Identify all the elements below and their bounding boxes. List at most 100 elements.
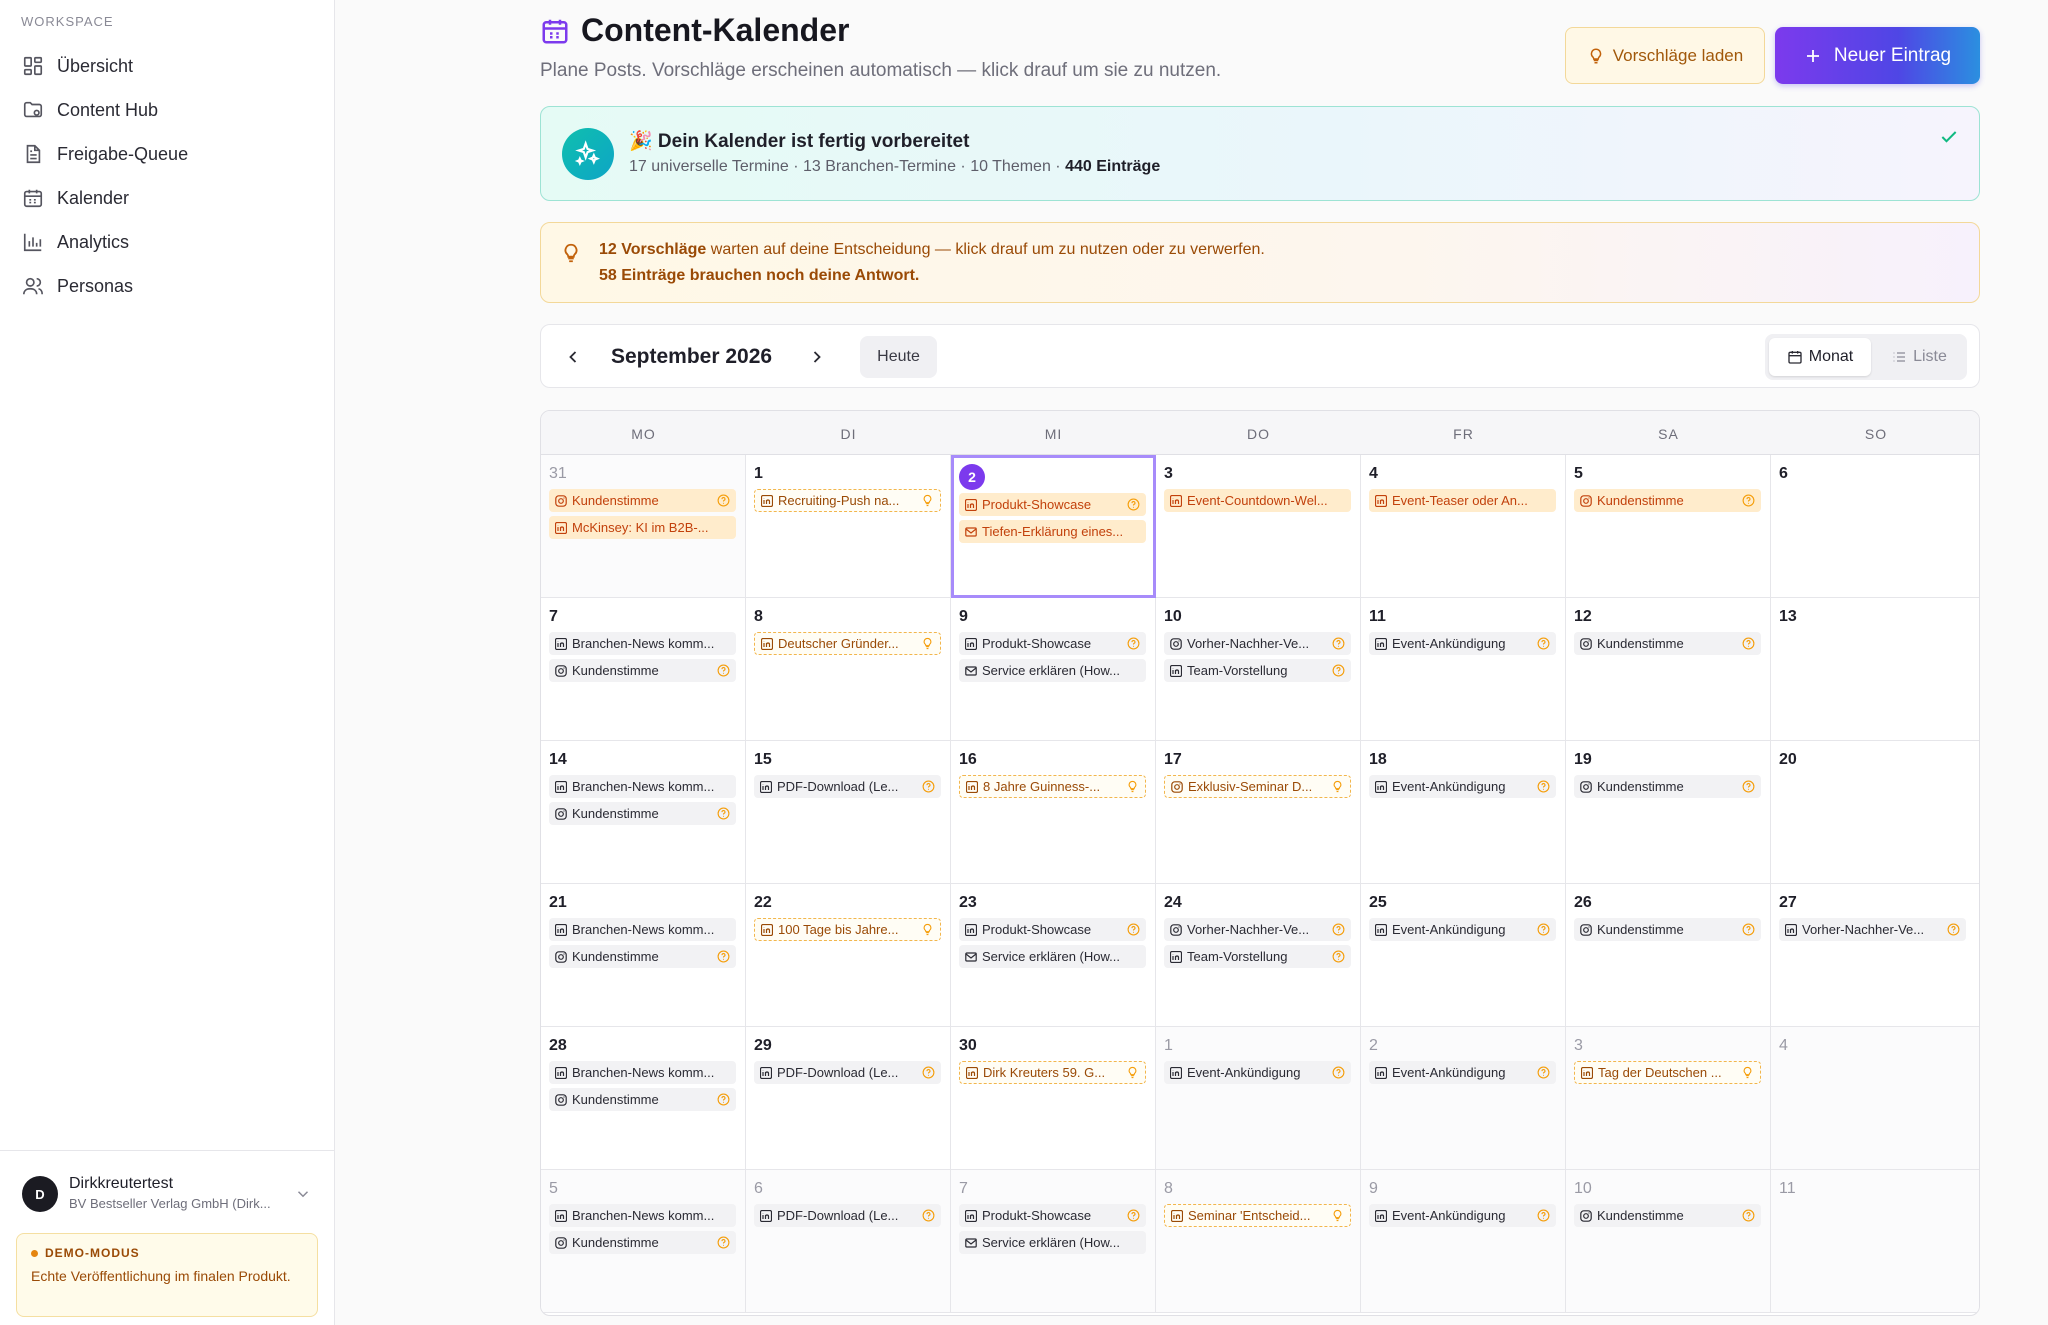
new-entry-button[interactable]: Neuer Eintrag (1775, 27, 1980, 84)
calendar-day[interactable]: 8 Deutscher Gründer... (746, 598, 951, 741)
sidebar-item-analytics[interactable]: Analytics (12, 220, 322, 264)
event-chip[interactable]: Produkt-Showcase (959, 632, 1146, 655)
view-month-button[interactable]: Monat (1769, 338, 1871, 376)
calendar-day[interactable]: 6 (1771, 455, 1979, 598)
event-chip[interactable]: PDF-Download (Le... (754, 1061, 941, 1084)
view-list-button[interactable]: Liste (1875, 338, 1963, 376)
event-chip[interactable]: Event-Ankündigung (1164, 1061, 1351, 1084)
calendar-day[interactable]: 13 (1771, 598, 1979, 741)
calendar-day[interactable]: 16 8 Jahre Guinness-... (951, 741, 1156, 884)
event-chip[interactable]: Branchen-News komm... (549, 775, 736, 798)
sidebar-item-calendar[interactable]: Kalender (12, 176, 322, 220)
event-chip[interactable]: Kundenstimme (1574, 775, 1761, 798)
calendar-day[interactable]: 15 PDF-Download (Le... (746, 741, 951, 884)
event-chip[interactable]: Kundenstimme (549, 489, 736, 512)
event-chip[interactable]: Event-Countdown-Wel... (1164, 489, 1351, 512)
event-chip[interactable]: Service erklären (How... (959, 1231, 1146, 1254)
event-chip[interactable]: PDF-Download (Le... (754, 1204, 941, 1227)
calendar-day[interactable]: 21 Branchen-News komm... Kundenstimme (541, 884, 746, 1027)
event-chip[interactable]: Event-Ankündigung (1369, 632, 1556, 655)
sidebar-item-approval-queue[interactable]: Freigabe-Queue (12, 132, 322, 176)
event-chip[interactable]: Kundenstimme (549, 1088, 736, 1111)
event-chip[interactable]: Tiefen-Erklärung eines... (959, 520, 1146, 543)
calendar-day[interactable]: 3 Event-Countdown-Wel... (1156, 455, 1361, 598)
calendar-day[interactable]: 31 Kundenstimme McKinsey: KI im B2B-... (541, 455, 746, 598)
event-chip[interactable]: Branchen-News komm... (549, 918, 736, 941)
calendar-day[interactable]: 9 Event-Ankündigung (1361, 1170, 1566, 1313)
suggestion-chip[interactable]: Deutscher Gründer... (754, 632, 941, 655)
event-chip[interactable]: PDF-Download (Le... (754, 775, 941, 798)
chevron-down-icon[interactable] (294, 1185, 312, 1203)
calendar-day[interactable]: 11 Event-Ankündigung (1361, 598, 1566, 741)
event-chip[interactable]: Event-Teaser oder An... (1369, 489, 1556, 512)
suggestion-chip[interactable]: Seminar 'Entscheid... (1164, 1204, 1351, 1227)
user-menu[interactable]: D Dirkkreutertest BV Bestseller Verlag G… (0, 1150, 334, 1325)
event-chip[interactable]: Event-Ankündigung (1369, 918, 1556, 941)
event-chip[interactable]: Branchen-News komm... (549, 1204, 736, 1227)
event-chip[interactable]: Vorher-Nachher-Ve... (1779, 918, 1966, 941)
suggestion-chip[interactable]: 100 Tage bis Jahre... (754, 918, 941, 941)
suggestion-chip[interactable]: Exklusiv-Seminar D... (1164, 775, 1351, 798)
calendar-day[interactable]: 10 Vorher-Nachher-Ve... Team-Vorstellung (1156, 598, 1361, 741)
event-chip[interactable]: Branchen-News komm... (549, 1061, 736, 1084)
event-chip[interactable]: Team-Vorstellung (1164, 659, 1351, 682)
event-chip[interactable]: Produkt-Showcase (959, 1204, 1146, 1227)
calendar-day[interactable]: 4 (1771, 1027, 1979, 1170)
calendar-day[interactable]: 26 Kundenstimme (1566, 884, 1771, 1027)
event-chip[interactable]: Kundenstimme (1574, 632, 1761, 655)
calendar-day[interactable]: 30 Dirk Kreuters 59. G... (951, 1027, 1156, 1170)
event-chip[interactable]: Branchen-News komm... (549, 632, 736, 655)
calendar-day[interactable]: 2 Event-Ankündigung (1361, 1027, 1566, 1170)
sidebar-item-content-hub[interactable]: Content Hub (12, 88, 322, 132)
event-chip[interactable]: Kundenstimme (1574, 1204, 1761, 1227)
event-chip[interactable]: Kundenstimme (1574, 918, 1761, 941)
calendar-day-today[interactable]: 2 Produkt-Showcase Tiefen-Erklärung eines.… (951, 455, 1156, 598)
suggestion-chip[interactable]: Recruiting-Push na... (754, 489, 941, 512)
calendar-day[interactable]: 20 (1771, 741, 1979, 884)
calendar-day[interactable]: 22 100 Tage bis Jahre... (746, 884, 951, 1027)
calendar-day[interactable]: 1 Recruiting-Push na... (746, 455, 951, 598)
calendar-day[interactable]: 5 Kundenstimme (1566, 455, 1771, 598)
calendar-day[interactable]: 7 Branchen-News komm... Kundenstimme (541, 598, 746, 741)
event-chip[interactable]: Kundenstimme (1574, 489, 1761, 512)
event-chip[interactable]: Service erklären (How... (959, 659, 1146, 682)
calendar-day[interactable]: 28 Branchen-News komm... Kundenstimme (541, 1027, 746, 1170)
calendar-day[interactable]: 17 Exklusiv-Seminar D... (1156, 741, 1361, 884)
event-chip[interactable]: McKinsey: KI im B2B-... (549, 516, 736, 539)
event-chip[interactable]: Vorher-Nachher-Ve... (1164, 918, 1351, 941)
calendar-day[interactable]: 29 PDF-Download (Le... (746, 1027, 951, 1170)
calendar-day[interactable]: 7 Produkt-Showcase Service erklären (How..… (951, 1170, 1156, 1313)
calendar-day[interactable]: 1 Event-Ankündigung (1156, 1027, 1361, 1170)
suggestion-chip[interactable]: Tag der Deutschen ... (1574, 1061, 1761, 1084)
event-chip[interactable]: Kundenstimme (549, 945, 736, 968)
event-chip[interactable]: Kundenstimme (549, 802, 736, 825)
calendar-day[interactable]: 4 Event-Teaser oder An... (1361, 455, 1566, 598)
event-chip[interactable]: Team-Vorstellung (1164, 945, 1351, 968)
event-chip[interactable]: Produkt-Showcase (959, 493, 1146, 516)
calendar-day[interactable]: 3 Tag der Deutschen ... (1566, 1027, 1771, 1170)
calendar-day[interactable]: 18 Event-Ankündigung (1361, 741, 1566, 884)
event-chip[interactable]: Produkt-Showcase (959, 918, 1146, 941)
next-month-button[interactable] (803, 343, 831, 371)
today-button[interactable]: Heute (860, 336, 937, 378)
event-chip[interactable]: Event-Ankündigung (1369, 1061, 1556, 1084)
suggestion-chip[interactable]: Dirk Kreuters 59. G... (959, 1061, 1146, 1084)
event-chip[interactable]: Service erklären (How... (959, 945, 1146, 968)
event-chip[interactable]: Event-Ankündigung (1369, 1204, 1556, 1227)
calendar-day[interactable]: 19 Kundenstimme (1566, 741, 1771, 884)
calendar-day[interactable]: 11 (1771, 1170, 1979, 1313)
event-chip[interactable]: Vorher-Nachher-Ve... (1164, 632, 1351, 655)
suggestion-chip[interactable]: 8 Jahre Guinness-... (959, 775, 1146, 798)
calendar-day[interactable]: 10 Kundenstimme (1566, 1170, 1771, 1313)
calendar-day[interactable]: 27 Vorher-Nachher-Ve... (1771, 884, 1979, 1027)
load-suggestions-button[interactable]: Vorschläge laden (1565, 27, 1765, 84)
calendar-day[interactable]: 6 PDF-Download (Le... (746, 1170, 951, 1313)
calendar-day[interactable]: 25 Event-Ankündigung (1361, 884, 1566, 1027)
event-chip[interactable]: Kundenstimme (549, 659, 736, 682)
sidebar-item-overview[interactable]: Übersicht (12, 44, 322, 88)
prev-month-button[interactable] (559, 343, 587, 371)
calendar-day[interactable]: 8 Seminar 'Entscheid... (1156, 1170, 1361, 1313)
sidebar-item-personas[interactable]: Personas (12, 264, 322, 308)
calendar-day[interactable]: 12 Kundenstimme (1566, 598, 1771, 741)
calendar-day[interactable]: 14 Branchen-News komm... Kundenstimme (541, 741, 746, 884)
